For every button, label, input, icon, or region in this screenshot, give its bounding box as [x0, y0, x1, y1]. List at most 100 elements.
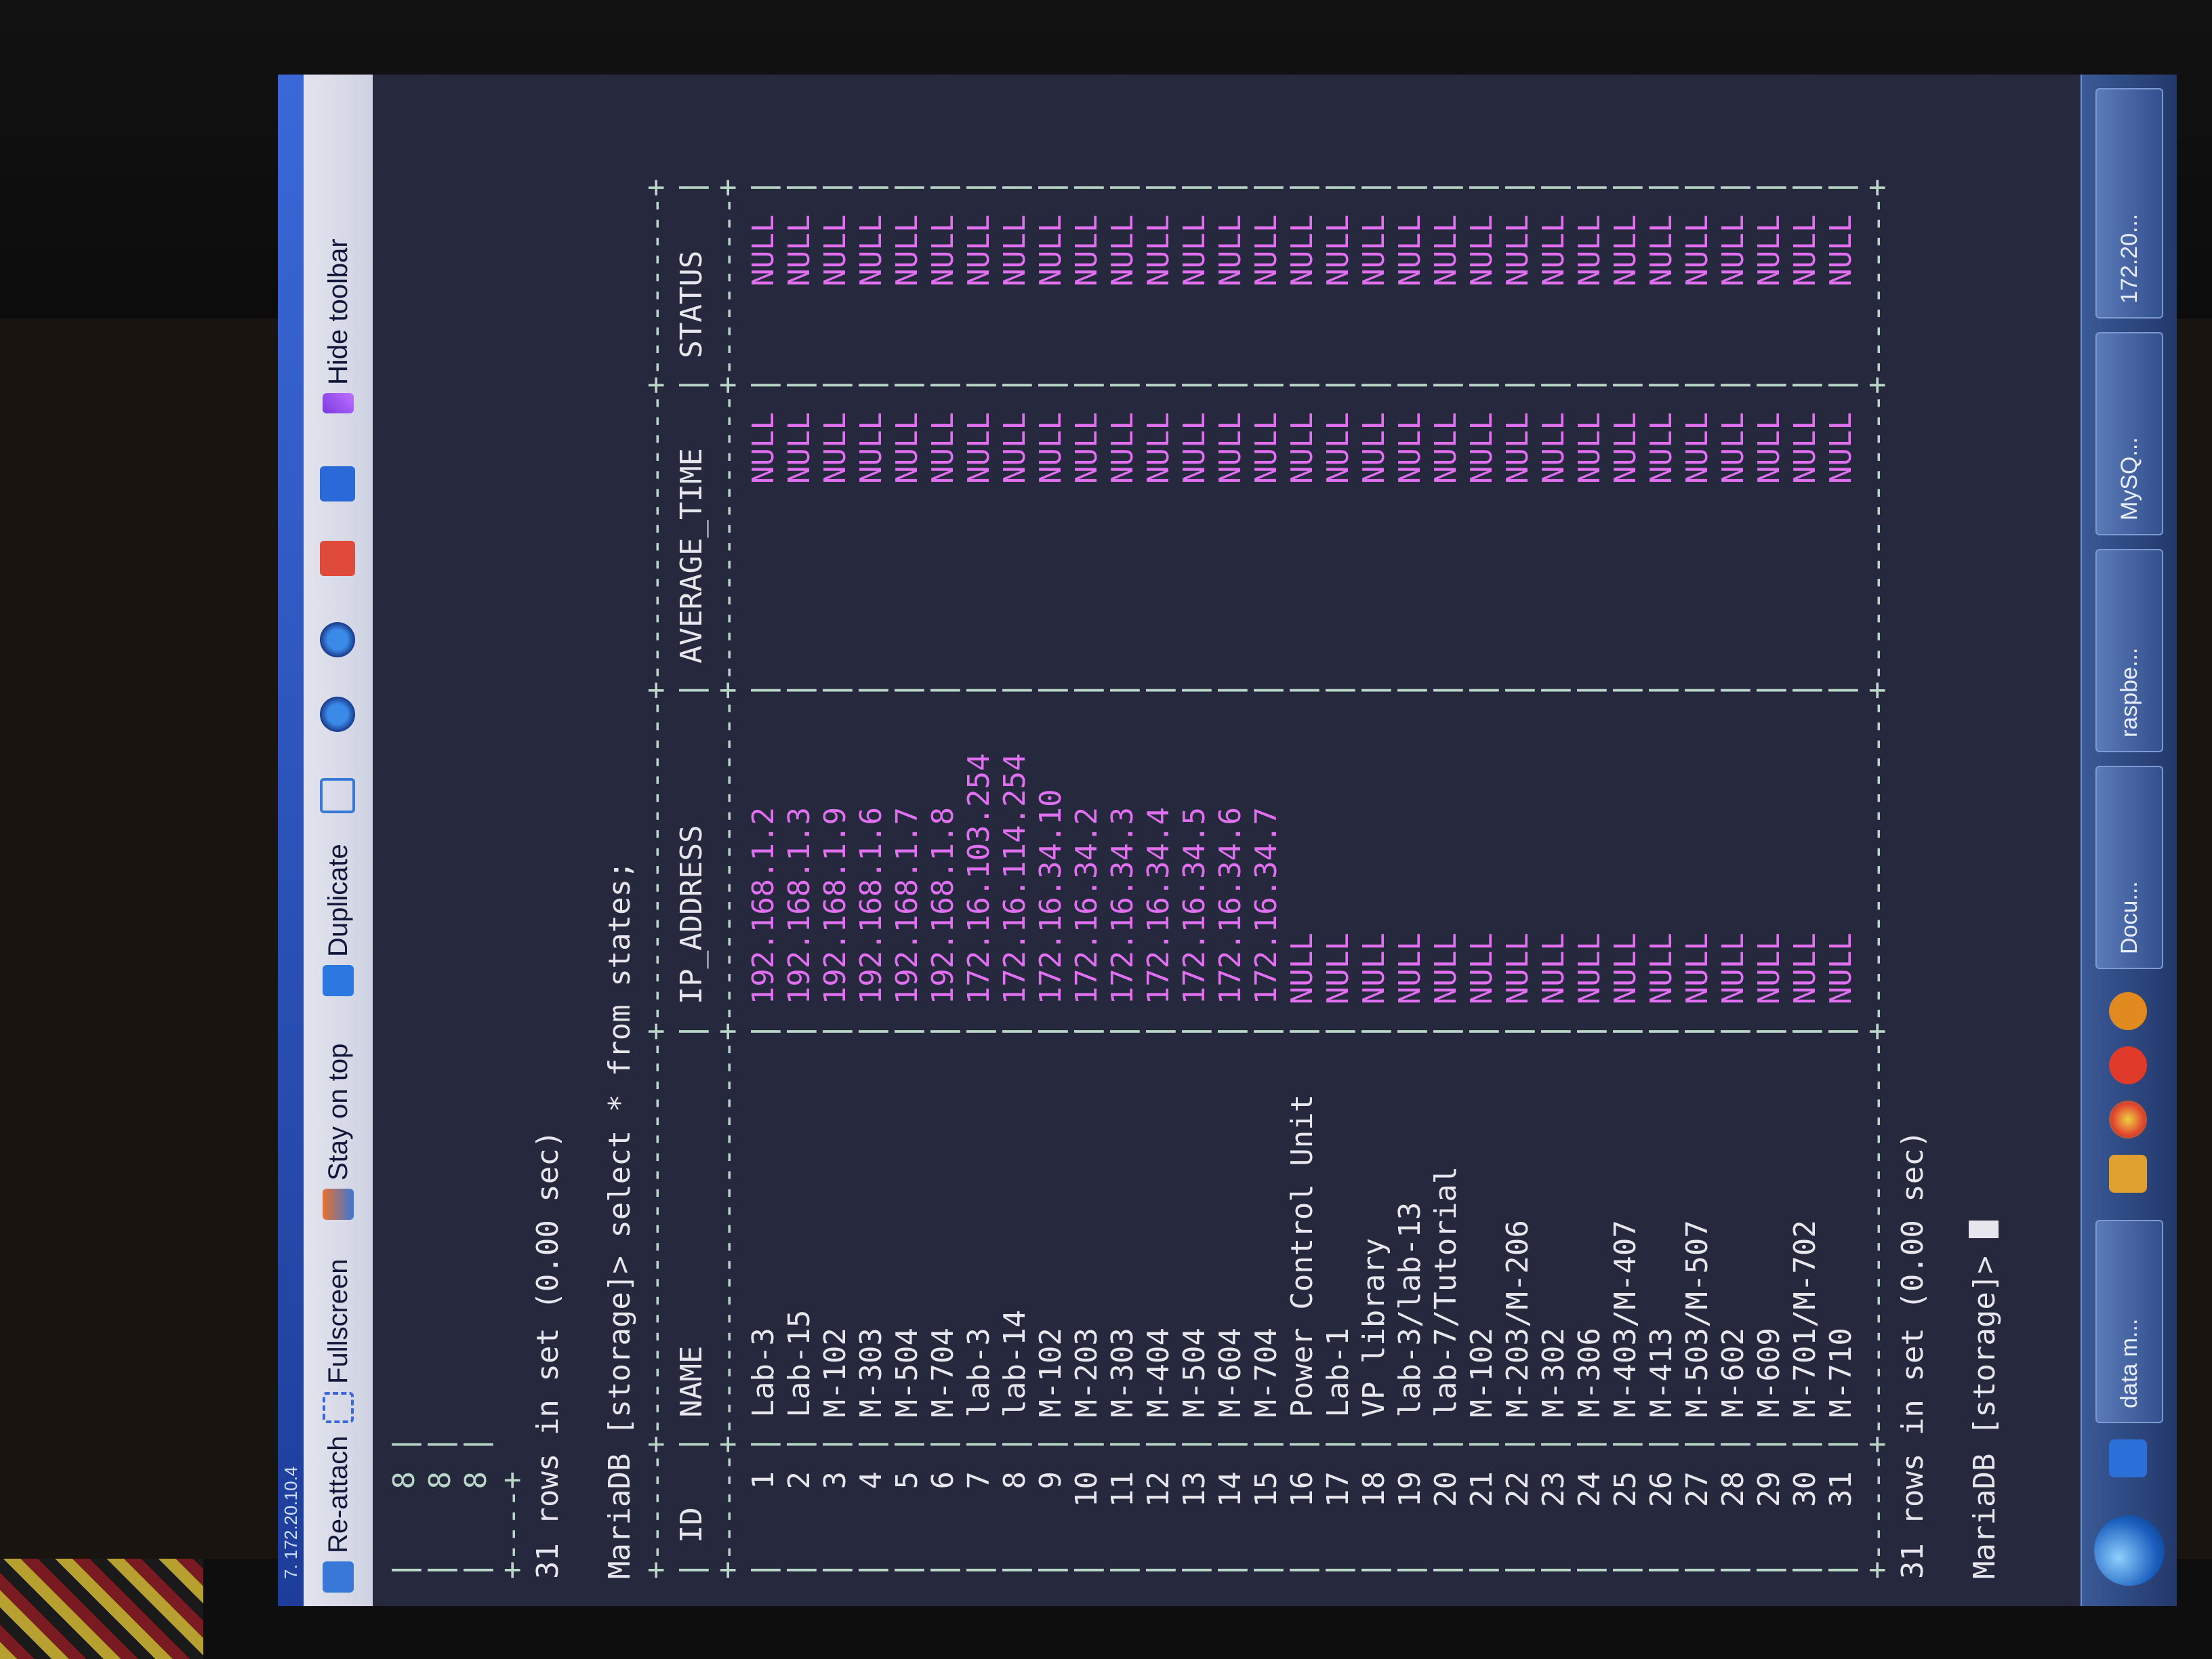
task-remote[interactable]: 172.20...: [2095, 88, 2163, 319]
resize-icon[interactable]: [320, 778, 355, 813]
cell-ip: 172.16.114.254: [998, 717, 1032, 1005]
cell-ip: 192.168.1.9: [818, 717, 853, 1005]
start-button[interactable]: [2094, 1515, 2165, 1586]
stay-on-top-icon: [323, 1189, 354, 1220]
cell-ip: 192.168.1.2: [746, 717, 781, 1005]
cell-name: M-403/M-407: [1608, 1058, 1643, 1418]
remote-toolbar: 7. 172.20.10.4 Re-attach Fullscreen Stay…: [278, 75, 374, 1606]
cell-id: 2: [782, 1471, 817, 1544]
cell-name: lab-3/lab-13: [1393, 1058, 1427, 1418]
window-title: 7. 172.20.10.4: [281, 1466, 301, 1579]
cell-id: 30: [1788, 1471, 1822, 1544]
cell-status: NULL: [1716, 214, 1750, 359]
table-row: | 21 | M-102 | NULL | NULL | NULL |: [1465, 178, 1499, 1579]
cell-average-time: NULL: [1177, 412, 1212, 663]
cell-ip: NULL: [1465, 717, 1499, 1005]
cell-status: NULL: [1321, 214, 1355, 359]
stay-on-top-button[interactable]: Stay on top: [314, 1044, 362, 1220]
task-document-label: Docu...: [2116, 881, 2142, 954]
cell-status: NULL: [926, 214, 960, 359]
zoom-in-icon[interactable]: [320, 697, 355, 732]
zoom-out-icon[interactable]: [320, 622, 355, 657]
final-prompt: MariaDB [storage]>: [1967, 1237, 2002, 1579]
reattach-label: Re-attach: [323, 1435, 353, 1553]
result-line: 31 rows in set (0.00 sec): [1895, 102, 1931, 1579]
chrome-icon[interactable]: [2109, 1101, 2147, 1139]
column-header: STATUS: [674, 214, 709, 359]
cell-status: NULL: [854, 214, 888, 359]
cell-ip: 172.16.34.10: [1033, 717, 1068, 1005]
task-data[interactable]: data m...: [2095, 1220, 2163, 1423]
duplicate-button[interactable]: Duplicate: [314, 844, 362, 996]
ie-icon[interactable]: [2109, 1439, 2147, 1477]
cell-average-time: NULL: [1069, 412, 1104, 663]
cell-status: NULL: [1644, 214, 1679, 359]
task-mysql-label: MySQ...: [2116, 437, 2142, 520]
prev-result-row: | 8 |: [386, 102, 422, 1579]
cell-id: 7: [962, 1471, 996, 1544]
folder-icon[interactable]: [2109, 1155, 2147, 1193]
reattach-icon: [323, 1561, 354, 1593]
column-header: AVERAGE_TIME: [674, 412, 709, 663]
cell-name: Lab-1: [1321, 1058, 1355, 1418]
prev-result-line: 31 rows in set (0.00 sec): [530, 102, 566, 1579]
task-raspberry[interactable]: raspbe...: [2095, 549, 2163, 752]
cell-name: M-609: [1752, 1058, 1786, 1418]
table-row: | 26 | M-413 | NULL | NULL | NULL |: [1644, 178, 1679, 1579]
cell-status: NULL: [1680, 214, 1715, 359]
cell-name: M-503/M-507: [1680, 1058, 1715, 1418]
prev-result-text: 31 rows in set (0.00 sec): [531, 1130, 565, 1579]
monitor-screen: 7. 172.20.10.4 Re-attach Fullscreen Stay…: [278, 75, 2177, 1606]
print-icon[interactable]: [320, 466, 355, 501]
fullscreen-button[interactable]: Fullscreen: [314, 1258, 362, 1423]
task-data-label: data m...: [2116, 1318, 2142, 1408]
firefox-icon[interactable]: [2109, 992, 2147, 1030]
table-row: | 29 | M-609 | NULL | NULL | NULL |: [1752, 178, 1786, 1579]
cell-average-time: NULL: [1285, 412, 1319, 663]
fullscreen-icon: [323, 1392, 354, 1423]
table-row: | 5 | M-504 | 192.168.1.7 | NULL | NULL …: [890, 178, 924, 1579]
cell-id: 9: [1033, 1471, 1068, 1544]
separator-line: +----+: [495, 1471, 529, 1579]
cell-status: NULL: [1249, 214, 1284, 359]
cell-id: 10: [1069, 1471, 1104, 1544]
table-border-top: +------+----------------------+---------…: [638, 178, 673, 1579]
cell-name: M-413: [1644, 1058, 1679, 1418]
cell-ip: 172.16.103.254: [962, 717, 996, 1005]
cell-ip: 192.168.1.8: [926, 717, 960, 1005]
cell-id: 26: [1644, 1471, 1679, 1544]
cell-id: 27: [1680, 1471, 1715, 1544]
table-row: | 22 | M-203/M-206 | NULL | NULL | NULL …: [1500, 178, 1535, 1579]
cell-average-time: NULL: [1500, 412, 1535, 663]
cell-average-time: NULL: [1608, 412, 1643, 663]
table-row: | 27 | M-503/M-507 | NULL | NULL | NULL …: [1680, 178, 1715, 1579]
table-row: | 31 | M-710 | NULL | NULL | NULL |: [1824, 178, 1858, 1579]
table-row: | 24 | M-306 | NULL | NULL | NULL |: [1572, 178, 1607, 1579]
hide-toolbar-button[interactable]: Hide toolbar: [314, 239, 362, 413]
reattach-button[interactable]: Re-attach: [314, 1436, 362, 1593]
duplicate-label: Duplicate: [323, 844, 353, 957]
cell-name: M-303: [854, 1058, 888, 1418]
terminal-output[interactable]: | 8 | | 8 | | 8 | +----+ 31 rows in set (0.0…: [373, 75, 2081, 1606]
cell-ip: 192.168.1.6: [854, 717, 888, 1005]
cell-name: Lab-15: [782, 1058, 817, 1418]
opera-icon[interactable]: [2109, 1046, 2147, 1084]
cell-id: 14: [1213, 1471, 1248, 1544]
cell-name: M-203/M-206: [1500, 1058, 1535, 1418]
cell-ip: NULL: [1824, 717, 1858, 1005]
cell-id: 13: [1177, 1471, 1212, 1544]
cell-id: 29: [1752, 1471, 1786, 1544]
cell-status: NULL: [1429, 214, 1463, 359]
cell-id: 18: [1357, 1471, 1391, 1544]
cell-name: M-102: [818, 1058, 853, 1418]
cell-ip: NULL: [1321, 717, 1355, 1005]
cell-id: 3: [818, 1471, 853, 1544]
task-document[interactable]: Docu...: [2095, 766, 2163, 969]
cell-ip: 172.16.34.4: [1141, 717, 1176, 1005]
task-mysql[interactable]: MySQ...: [2095, 332, 2163, 535]
screenshot-icon[interactable]: [320, 541, 355, 576]
table-row: | 25 | M-403/M-407 | NULL | NULL | NULL …: [1608, 178, 1643, 1579]
table-row: | 28 | M-602 | NULL | NULL | NULL |: [1716, 178, 1750, 1579]
cell-name: M-504: [1177, 1058, 1212, 1418]
table-border-bottom: +------+----------------------+---------…: [1860, 178, 1894, 1579]
